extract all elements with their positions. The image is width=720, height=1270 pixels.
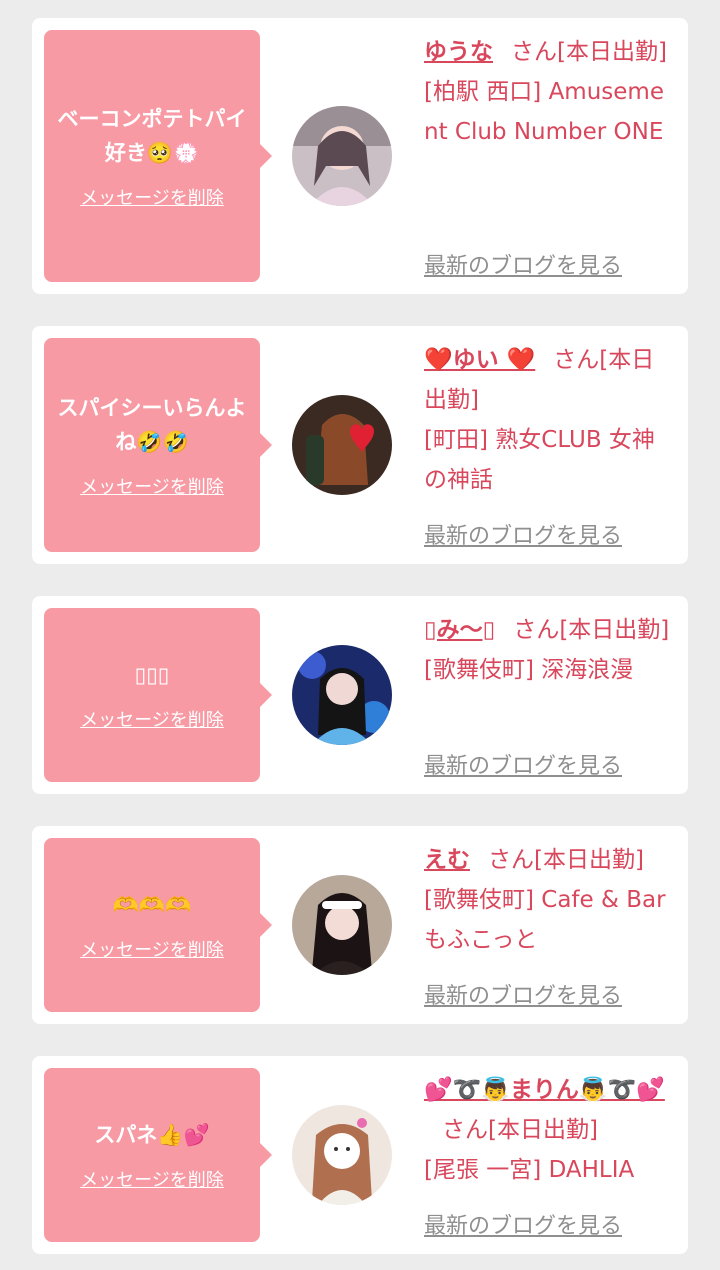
avatar[interactable]: [292, 875, 392, 975]
shop-info: [柏駅 西口] Amusement Club Number ONE: [424, 79, 664, 145]
delete-message-link[interactable]: メッセージを削除: [80, 184, 224, 210]
message-bubble: ベーコンポテトパイ好き🥺💮 メッセージを削除: [44, 30, 272, 282]
shop-info: [町田] 熟女CLUB 女神の神話: [424, 427, 655, 493]
message-bubble: ▯▯▯ メッセージを削除: [44, 608, 272, 782]
greeting-status: さん[本日出勤]: [488, 847, 644, 873]
delete-message-link[interactable]: メッセージを削除: [80, 936, 224, 962]
avatar[interactable]: [292, 1105, 392, 1205]
cast-name-link[interactable]: 💕➰👼まりん👼➰💕: [424, 1077, 665, 1103]
greeting-status: さん[本日出勤]: [513, 617, 670, 643]
message-bubble: スパイシーいらんよね🤣🤣 メッセージを削除: [44, 338, 272, 552]
message-card: スパネ👍💕 メッセージを削除 💕➰👼まりん👼➰💕 さん[本日出勤] [尾張 一宮]…: [32, 1056, 688, 1254]
message-text: スパネ👍💕: [94, 1123, 210, 1147]
message-text: スパイシーいらんよね🤣🤣: [57, 396, 247, 454]
cast-info: えむ さん[本日出勤] [歌舞伎町] Cafe & Bar もふこっと: [424, 840, 676, 960]
message-text: ▯▯▯: [134, 663, 170, 687]
delete-message-link[interactable]: メッセージを削除: [80, 706, 224, 732]
avatar[interactable]: [292, 645, 392, 745]
delete-message-link[interactable]: メッセージを削除: [80, 1166, 224, 1192]
message-card: スパイシーいらんよね🤣🤣 メッセージを削除 ❤️ゆい ❤️ さん[本日出勤] [町…: [32, 326, 688, 564]
avatar[interactable]: [292, 106, 392, 206]
message-text: 🫶🫶🫶: [112, 893, 192, 917]
cast-info: 💕➰👼まりん👼➰💕 さん[本日出勤] [尾張 一宮] DAHLIA: [424, 1070, 676, 1190]
shop-info: [尾張 一宮] DAHLIA: [424, 1157, 635, 1183]
delete-message-link[interactable]: メッセージを削除: [80, 473, 224, 499]
message-card: 🫶🫶🫶 メッセージを削除 えむ さん[本日出勤] [歌舞伎町] Cafe & Ba…: [32, 826, 688, 1024]
message-text: ベーコンポテトパイ好き🥺💮: [57, 107, 247, 165]
cast-info: ▯み〜▯ さん[本日出勤] [歌舞伎町] 深海浪漫: [424, 610, 676, 690]
shop-info: [歌舞伎町] Cafe & Bar もふこっと: [424, 887, 666, 953]
latest-blog-link[interactable]: 最新のブログを見る: [424, 1208, 622, 1240]
latest-blog-link[interactable]: 最新のブログを見る: [424, 248, 622, 280]
cast-name-link[interactable]: ▯み〜▯: [424, 617, 495, 643]
cast-name-link[interactable]: ❤️ゆい ❤️: [424, 347, 535, 373]
latest-blog-link[interactable]: 最新のブログを見る: [424, 748, 622, 780]
shop-info: [歌舞伎町] 深海浪漫: [424, 657, 634, 683]
message-bubble: スパネ👍💕 メッセージを削除: [44, 1068, 272, 1242]
message-list: ベーコンポテトパイ好き🥺💮 メッセージを削除 ゆうな さん[本日出勤] [柏駅 西…: [0, 0, 720, 1270]
message-card: ベーコンポテトパイ好き🥺💮 メッセージを削除 ゆうな さん[本日出勤] [柏駅 西…: [32, 18, 688, 294]
cast-info: ゆうな さん[本日出勤] [柏駅 西口] Amusement Club Numbe…: [424, 32, 676, 152]
cast-name-link[interactable]: えむ: [424, 847, 470, 873]
latest-blog-link[interactable]: 最新のブログを見る: [424, 978, 622, 1010]
cast-name-link[interactable]: ゆうな: [424, 39, 493, 65]
message-card: ▯▯▯ メッセージを削除 ▯み〜▯ さん[本日出勤] [歌舞伎町] 深海浪漫 最新…: [32, 596, 688, 794]
latest-blog-link[interactable]: 最新のブログを見る: [424, 518, 622, 550]
greeting-status: さん[本日出勤]: [511, 39, 667, 65]
cast-info: ❤️ゆい ❤️ さん[本日出勤] [町田] 熟女CLUB 女神の神話: [424, 340, 676, 500]
avatar[interactable]: [292, 395, 392, 495]
message-bubble: 🫶🫶🫶 メッセージを削除: [44, 838, 272, 1012]
greeting-status: さん[本日出勤]: [442, 1117, 598, 1143]
